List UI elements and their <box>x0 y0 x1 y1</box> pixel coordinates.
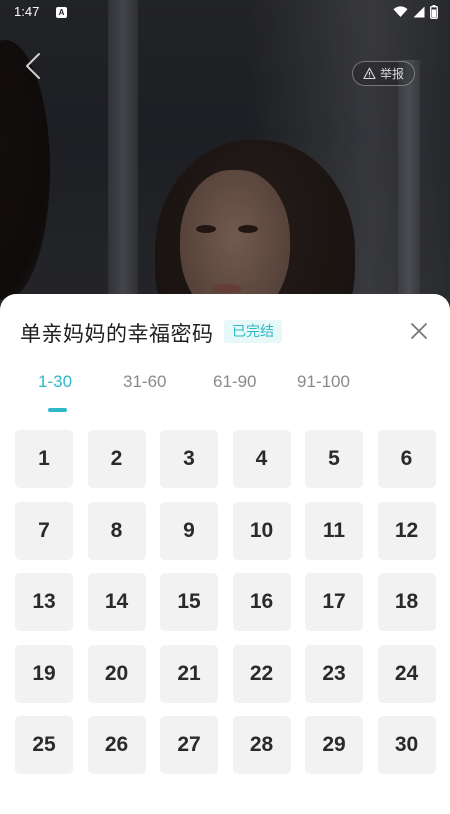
tab-61-90[interactable]: 61-90 <box>213 372 256 392</box>
episode-button[interactable]: 18 <box>377 573 436 631</box>
video-frame <box>0 0 450 340</box>
episode-button[interactable]: 30 <box>377 716 436 774</box>
episode-sheet: 单亲妈妈的幸福密码 已完结 1-30 31-60 61-90 91-100 12… <box>0 294 450 814</box>
battery-icon <box>430 5 438 19</box>
report-button[interactable]: 举报 <box>352 61 415 86</box>
episode-range-tabs: 1-30 31-60 61-90 91-100 <box>0 372 450 416</box>
episode-button[interactable]: 21 <box>160 644 218 703</box>
active-tab-indicator <box>48 408 67 412</box>
episode-button[interactable]: 17 <box>305 573 363 631</box>
episode-button[interactable]: 27 <box>160 716 218 774</box>
episode-button[interactable]: 5 <box>305 430 363 488</box>
episode-button[interactable]: 26 <box>87 716 146 774</box>
tab-1-30[interactable]: 1-30 <box>38 372 72 392</box>
episode-button[interactable]: 22 <box>232 644 291 703</box>
status-badge: 已完结 <box>224 320 282 343</box>
episode-button[interactable]: 8 <box>87 501 146 560</box>
status-time: 1:47 <box>14 4 40 19</box>
episode-button[interactable]: 11 <box>305 501 363 560</box>
tab-31-60[interactable]: 31-60 <box>123 372 166 392</box>
episode-button[interactable]: 12 <box>377 501 436 560</box>
episode-button[interactable]: 24 <box>377 644 436 703</box>
episode-button[interactable]: 2 <box>87 430 146 488</box>
video-dim-overlay <box>0 0 450 340</box>
episode-button[interactable]: 13 <box>15 573 73 631</box>
episode-button[interactable]: 29 <box>305 716 363 774</box>
notification-icon: A <box>56 7 67 18</box>
status-icons <box>393 5 438 19</box>
episode-button[interactable]: 16 <box>232 573 291 631</box>
status-bar: 1:47 A <box>0 0 450 24</box>
chevron-left-icon <box>26 53 40 79</box>
episode-button[interactable]: 3 <box>160 430 218 488</box>
episode-button[interactable]: 4 <box>232 430 291 488</box>
episode-button[interactable]: 14 <box>87 573 146 631</box>
episode-button[interactable]: 6 <box>377 430 436 488</box>
episode-button[interactable]: 10 <box>232 501 291 560</box>
episode-button[interactable]: 20 <box>87 644 146 703</box>
signal-icon <box>413 6 425 18</box>
wifi-icon <box>393 6 408 17</box>
back-button[interactable] <box>18 50 50 82</box>
tab-91-100[interactable]: 91-100 <box>297 372 350 392</box>
close-icon <box>411 323 427 339</box>
episode-button[interactable]: 25 <box>15 716 73 774</box>
drama-title: 单亲妈妈的幸福密码 <box>20 323 214 346</box>
episode-button[interactable]: 7 <box>15 501 73 560</box>
episode-button[interactable]: 9 <box>160 501 218 560</box>
warning-icon <box>363 67 376 80</box>
episode-button[interactable]: 28 <box>232 716 291 774</box>
episode-button[interactable]: 1 <box>15 430 73 488</box>
episode-button[interactable]: 15 <box>160 573 218 631</box>
episode-button[interactable]: 23 <box>305 644 363 703</box>
episode-button[interactable]: 19 <box>15 644 73 703</box>
report-label: 举报 <box>379 67 404 81</box>
close-button[interactable] <box>406 318 432 344</box>
